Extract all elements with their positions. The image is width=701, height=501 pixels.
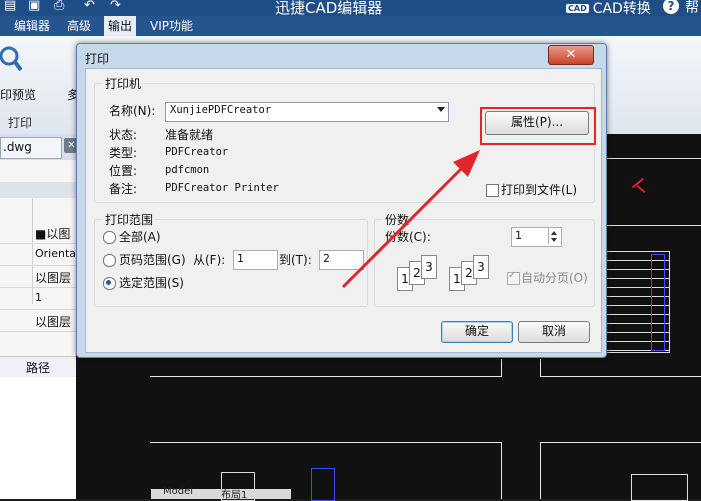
- property-value: 以图层: [35, 315, 72, 329]
- layout-tabs: Model 布局1: [151, 486, 291, 501]
- app-menu-icon[interactable]: ▤: [4, 0, 18, 13]
- cad-block: [631, 474, 688, 501]
- property-value: 1: [35, 291, 42, 304]
- chevron-down-icon: [437, 107, 445, 112]
- document-tab[interactable]: .dwg ✕: [0, 137, 79, 159]
- document-tab-label: .dwg: [3, 140, 32, 154]
- print-to-file-label[interactable]: 打印到文件(L): [501, 181, 577, 198]
- collate-checkbox[interactable]: [507, 270, 520, 285]
- from-input[interactable]: 1: [233, 250, 278, 270]
- printer-group-title: 打印机: [103, 75, 144, 92]
- properties-button[interactable]: 属性(P)...: [485, 111, 589, 135]
- cad-line: [150, 442, 501, 443]
- document-tab-bar: .dwg ✕: [0, 134, 79, 160]
- where-label: 位置:: [109, 164, 138, 178]
- properties-header: [0, 182, 76, 198]
- cad-convert-label: CAD转换: [592, 1, 651, 17]
- dialog-title: 打印: [85, 52, 110, 66]
- property-value: ■以图: [35, 227, 71, 241]
- property-row[interactable]: 以图层: [0, 310, 76, 332]
- file-list[interactable]: [0, 377, 76, 499]
- undo-icon[interactable]: ↶: [84, 0, 98, 13]
- cad-convert-icon: CAD: [566, 4, 589, 13]
- ok-button[interactable]: 确定: [441, 321, 513, 343]
- collate-label[interactable]: 自动分页(O): [521, 269, 588, 286]
- property-row[interactable]: ■以图: [0, 222, 76, 244]
- range-all-label[interactable]: 全部(A): [119, 228, 161, 245]
- spinner-icon[interactable]: [548, 228, 561, 244]
- path-column-header[interactable]: 路径: [0, 356, 76, 378]
- property-value: 以图层: [35, 271, 72, 285]
- range-selection-radio[interactable]: [103, 277, 116, 290]
- cad-line: [540, 442, 701, 443]
- properties-panel: ■以图 Orientati 以图层 1 以图层 路径: [0, 160, 83, 499]
- copies-stepper[interactable]: 1: [511, 227, 562, 247]
- cad-line: [501, 359, 502, 377]
- range-all-radio[interactable]: [103, 231, 116, 244]
- close-icon: ✕: [565, 47, 577, 62]
- to-label: 到(T):: [279, 253, 312, 267]
- print-range-group: 打印范围 全部(A) 页码范围(G) 从(F): 1 到(T): 2 选定范围(…: [94, 211, 368, 307]
- help-label[interactable]: 帮: [685, 0, 699, 17]
- menu-advanced[interactable]: 高级: [63, 16, 95, 36]
- path-header-label: 路径: [26, 361, 51, 375]
- annotation-arrow: [341, 150, 480, 289]
- cad-blue-element: [311, 468, 335, 501]
- print-range-title: 打印范围: [103, 211, 156, 228]
- tab-model[interactable]: Model: [163, 486, 193, 497]
- range-pages-label[interactable]: 页码范围(G): [119, 251, 186, 268]
- close-dialog-button[interactable]: ✕: [548, 45, 594, 65]
- property-row[interactable]: Orientati: [0, 244, 83, 266]
- cad-line: [540, 442, 541, 499]
- type-value: PDFCreator: [165, 146, 229, 158]
- comment-label: 备注:: [109, 182, 138, 196]
- menu-output[interactable]: 输出: [104, 16, 137, 36]
- print-preview-icon[interactable]: [0, 44, 22, 74]
- help-icon[interactable]: ?: [663, 0, 679, 14]
- status-value: 准备就绪: [165, 128, 214, 142]
- where-value: pdfcmon: [165, 164, 210, 176]
- title-bar: ▤ ▣ ⎙ ↶ ↷ 迅捷CAD编辑器 CAD CAD转换 ? 帮: [0, 0, 701, 17]
- property-row[interactable]: 1: [0, 288, 76, 310]
- range-pages-radio[interactable]: [103, 254, 116, 267]
- property-row[interactable]: 以图层: [0, 266, 76, 288]
- from-label: 从(F):: [193, 253, 226, 267]
- printer-select[interactable]: XunjiePDFCreator: [165, 102, 449, 122]
- printer-select-value: XunjiePDFCreator: [170, 104, 272, 116]
- cad-line: [150, 376, 501, 377]
- cad-line: [540, 376, 701, 377]
- ribbon-group-print: 打印: [8, 116, 33, 130]
- cad-block: [604, 158, 701, 226]
- save-icon[interactable]: ▣: [28, 0, 42, 13]
- printer-name-label: 名称(N):: [109, 104, 156, 118]
- menu-editor[interactable]: 编辑器: [10, 16, 54, 36]
- print-preview-label[interactable]: 印预览: [0, 86, 36, 103]
- status-label: 状态:: [109, 128, 138, 142]
- menu-bar: 编辑器 高级 输出 VIP功能: [0, 16, 701, 36]
- cad-line: [501, 442, 502, 499]
- menu-vip[interactable]: VIP功能: [146, 16, 197, 36]
- comment-value: PDFCreator Printer: [165, 182, 279, 194]
- print-icon[interactable]: ⎙: [54, 0, 68, 13]
- copies-value: 1: [515, 229, 522, 242]
- redo-icon[interactable]: ↷: [110, 0, 124, 13]
- cad-blue-element: [651, 254, 665, 351]
- range-selection-label[interactable]: 选定范围(S): [119, 274, 184, 291]
- cad-line: [540, 359, 541, 377]
- cancel-button[interactable]: 取消: [518, 321, 590, 343]
- type-label: 类型:: [109, 146, 138, 160]
